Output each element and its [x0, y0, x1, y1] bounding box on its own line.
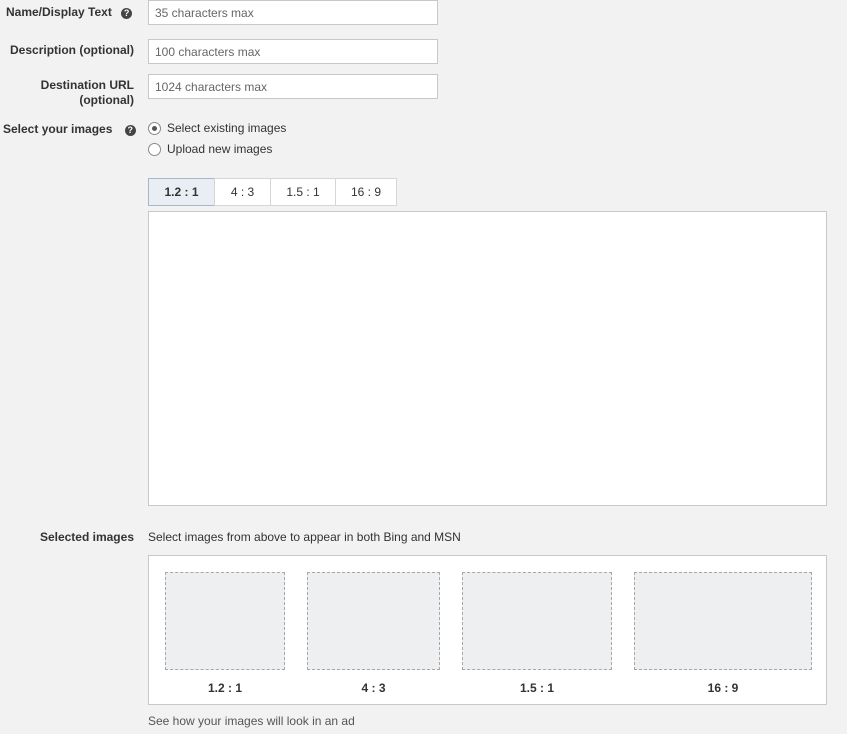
url-label-line2: (optional) — [79, 93, 134, 107]
images-label: Select your images — [3, 122, 113, 136]
radio-existing-label[interactable]: Select existing images — [167, 121, 286, 135]
slot-label: 1.2 : 1 — [207, 681, 243, 695]
image-slot-1-5-1[interactable] — [462, 572, 612, 670]
images-label-row: Select your images ? — [3, 122, 136, 137]
radio-upload-images[interactable]: Upload new images — [148, 142, 272, 156]
radio-upload-label[interactable]: Upload new images — [167, 142, 272, 156]
tab-ratio-1-5-1[interactable]: 1.5 : 1 — [270, 178, 336, 206]
name-label-row: Name/Display Text ? — [6, 5, 133, 20]
selected-images-panel: 1.2 : 1 4 : 3 1.5 : 1 16 : 9 — [148, 555, 827, 705]
name-input[interactable] — [148, 0, 438, 25]
slot-label: 1.5 : 1 — [519, 681, 555, 695]
image-slot-4-3[interactable] — [307, 572, 440, 670]
images-help-icon[interactable]: ? — [124, 125, 136, 136]
selected-images-hint: Select images from above to appear in bo… — [148, 530, 461, 544]
preview-hint: See how your images will look in an ad — [148, 714, 355, 728]
image-slot-16-9[interactable] — [634, 572, 812, 670]
selected-images-label: Selected images — [39, 530, 134, 544]
name-help-icon[interactable]: ? — [121, 8, 133, 19]
radio-selected-icon[interactable] — [148, 121, 161, 135]
url-input[interactable] — [148, 74, 438, 99]
name-label: Name/Display Text — [6, 5, 112, 19]
tab-ratio-1-2-1[interactable]: 1.2 : 1 — [148, 178, 215, 206]
description-label: Description (optional) — [10, 43, 134, 57]
url-label: Destination URL (optional) — [0, 78, 134, 108]
image-gallery-panel[interactable] — [148, 211, 827, 506]
url-label-line1: Destination URL — [40, 78, 134, 92]
slot-label: 16 : 9 — [707, 681, 739, 695]
slot-label: 4 : 3 — [361, 681, 386, 695]
radio-existing-images[interactable]: Select existing images — [148, 121, 286, 135]
description-input[interactable] — [148, 39, 438, 64]
radio-unselected-icon[interactable] — [148, 142, 161, 156]
tab-ratio-16-9[interactable]: 16 : 9 — [335, 178, 397, 206]
tab-ratio-4-3[interactable]: 4 : 3 — [214, 178, 271, 206]
image-slot-1-2-1[interactable] — [165, 572, 285, 670]
